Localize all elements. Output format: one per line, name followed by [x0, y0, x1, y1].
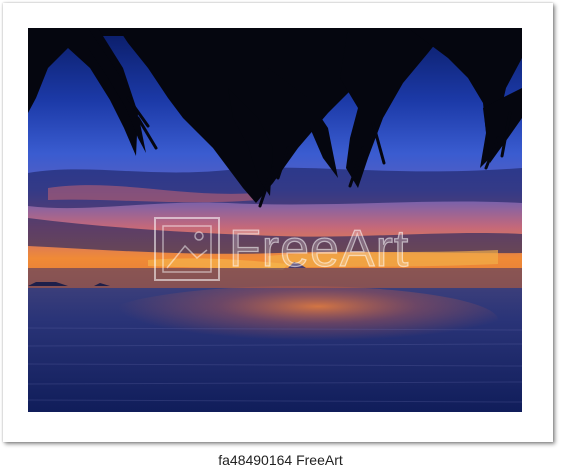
sunset-photo: FreeArt	[28, 28, 522, 412]
image-caption: fa48490164 FreeArt	[218, 452, 343, 468]
sun-reflection	[98, 286, 498, 354]
sunset-scene	[28, 28, 522, 412]
